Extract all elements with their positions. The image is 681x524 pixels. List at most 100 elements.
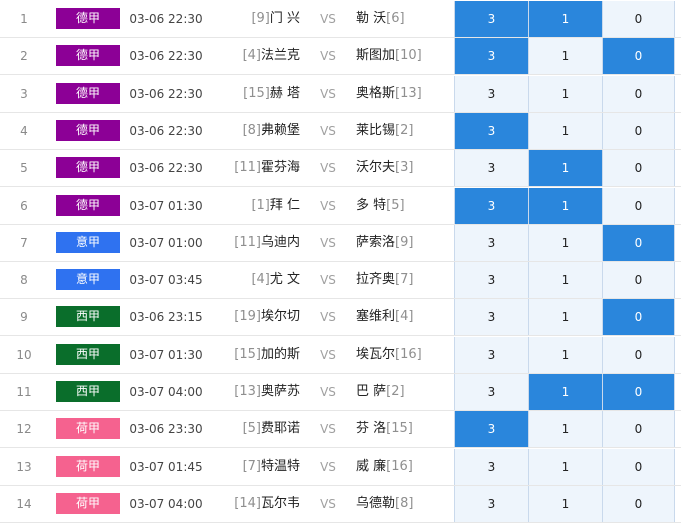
match-number: 4 <box>20 123 28 138</box>
odds-loss-cell[interactable]: 0 <box>602 75 675 112</box>
away-team[interactable]: 埃瓦尔[16] <box>356 337 452 373</box>
home-team[interactable]: [19]埃尔切 <box>200 299 300 335</box>
odds-draw-cell[interactable]: 1 <box>528 1 602 37</box>
home-team[interactable]: [15]赫 塔 <box>200 76 300 112</box>
away-team[interactable]: 拉齐奥[7] <box>356 262 452 298</box>
home-team-rank: [9] <box>251 11 270 26</box>
odds-win-cell[interactable]: 3 <box>454 112 528 149</box>
odds-win-cell[interactable]: 3 <box>454 75 528 112</box>
odds-draw-cell[interactable]: 1 <box>528 112 602 149</box>
odds-loss-cell[interactable]: 0 <box>602 1 675 37</box>
odds-win-cell[interactable]: 3 <box>454 485 528 522</box>
away-team[interactable]: 斯图加[10] <box>356 38 452 74</box>
home-team[interactable]: [8]弗赖堡 <box>200 113 300 149</box>
league-badge: 西甲 <box>56 306 120 328</box>
odds-loss-cell[interactable]: 0 <box>602 336 675 373</box>
odds-draw-cell[interactable]: 1 <box>528 485 602 522</box>
away-team[interactable]: 勒 沃[6] <box>356 1 452 37</box>
home-team-name: 弗赖堡 <box>260 122 300 138</box>
home-team[interactable]: [4]法兰克 <box>200 38 300 74</box>
away-team[interactable]: 沃尔夫[3] <box>356 150 452 186</box>
home-team[interactable]: [11]乌迪内 <box>200 225 300 261</box>
odds-win-cell[interactable]: 3 <box>454 448 528 485</box>
odds-win-cell[interactable]: 3 <box>454 299 528 336</box>
odds-win-cell[interactable]: 3 <box>454 411 528 448</box>
home-team[interactable]: [14]瓦尔韦 <box>200 486 300 522</box>
odds-draw-cell[interactable]: 1 <box>528 224 602 261</box>
odds-win-cell[interactable]: 3 <box>454 187 528 224</box>
away-team[interactable]: 威 廉[16] <box>356 449 452 485</box>
away-team-name: 埃瓦尔 <box>356 346 396 362</box>
odds-draw-cell[interactable]: 1 <box>528 411 602 448</box>
odds-draw-cell[interactable]: 1 <box>528 38 602 75</box>
odds-loss-cell[interactable]: 0 <box>602 112 675 149</box>
home-team[interactable]: [9]门 兴 <box>200 1 300 37</box>
odds-win-cell[interactable]: 3 <box>454 336 528 373</box>
odds-draw-cell[interactable]: 1 <box>528 299 602 336</box>
odds-loss-cell[interactable]: 0 <box>602 485 675 522</box>
home-team-rank: [8] <box>242 122 261 138</box>
away-team-rank: [6] <box>386 11 405 26</box>
odds-loss-cell[interactable]: 0 <box>602 262 675 299</box>
home-team[interactable]: [7]特温特 <box>200 449 300 485</box>
odds-draw-cell[interactable]: 1 <box>528 336 602 373</box>
odds-win-cell[interactable]: 3 <box>454 262 528 299</box>
odds-draw-cell[interactable]: 1 <box>528 75 602 112</box>
odds-win-cell[interactable]: 3 <box>454 374 528 410</box>
match-number: 8 <box>20 273 28 288</box>
odds-draw-cell[interactable]: 1 <box>528 187 602 224</box>
home-team[interactable]: [1]拜 仁 <box>200 188 300 224</box>
odds-win-cell[interactable]: 3 <box>454 224 528 261</box>
away-team[interactable]: 莱比锡[2] <box>356 113 452 149</box>
odds-loss-cell[interactable]: 0 <box>602 38 675 75</box>
league-badge: 西甲 <box>56 343 120 365</box>
home-team-name: 奥萨苏 <box>260 384 300 399</box>
home-team-name: 乌迪内 <box>260 234 300 250</box>
odds-loss-cell[interactable]: 0 <box>602 411 675 448</box>
home-team[interactable]: [15]加的斯 <box>200 337 300 373</box>
home-team-name: 费耶诺 <box>260 421 300 437</box>
odds-loss-cell[interactable]: 0 <box>602 187 675 224</box>
odds-loss-cell[interactable]: 0 <box>602 374 675 410</box>
away-team-name: 沃尔夫 <box>356 160 396 176</box>
home-team[interactable]: [4]尤 文 <box>200 262 300 298</box>
away-team-name: 勒 沃 <box>356 11 387 26</box>
odds-loss-cell[interactable]: 0 <box>602 224 675 261</box>
away-team[interactable]: 乌德勒[8] <box>356 486 452 522</box>
away-team-name: 拉齐奥 <box>356 272 396 288</box>
match-row: 1 德甲 03-06 22:30 [9]门 兴 VS 勒 沃[6] 3 1 0 <box>0 1 681 38</box>
odds-draw-cell[interactable]: 1 <box>528 448 602 485</box>
away-team-rank: [10] <box>395 48 422 64</box>
home-team[interactable]: [5]费耶诺 <box>200 411 300 447</box>
away-team-rank: [2] <box>395 122 414 138</box>
odds-draw-cell[interactable]: 1 <box>528 262 602 299</box>
match-row: 13 荷甲 03-07 01:45 [7]特温特 VS 威 廉[16] 3 1 0 <box>0 448 681 486</box>
vs-label: VS <box>320 459 336 474</box>
away-team[interactable]: 芬 洛[15] <box>356 411 452 447</box>
away-team[interactable]: 奥格斯[13] <box>356 76 452 112</box>
odds-loss-cell[interactable]: 0 <box>602 299 675 336</box>
home-team-rank: [5] <box>242 421 261 437</box>
odds-loss-cell[interactable]: 0 <box>602 448 675 485</box>
match-time: 03-06 23:30 <box>129 422 203 437</box>
match-row: 9 西甲 03-06 23:15 [19]埃尔切 VS 塞维利[4] 3 1 0 <box>0 299 681 337</box>
away-team[interactable]: 萨索洛[9] <box>356 225 452 261</box>
match-row: 6 德甲 03-07 01:30 [1]拜 仁 VS 多 特[5] 3 1 0 <box>0 187 681 225</box>
odds-win-cell[interactable]: 3 <box>454 1 528 37</box>
odds-draw-cell[interactable]: 1 <box>528 150 602 187</box>
away-team-name: 塞维利 <box>356 309 396 325</box>
away-team-rank: [4] <box>395 309 414 325</box>
away-team[interactable]: 塞维利[4] <box>356 299 452 335</box>
odds-loss-cell[interactable]: 0 <box>602 150 675 187</box>
home-team[interactable]: [11]霍芬海 <box>200 150 300 186</box>
home-team[interactable]: [13]奥萨苏 <box>200 374 300 410</box>
away-team[interactable]: 多 特[5] <box>356 188 452 224</box>
odds-draw-cell[interactable]: 1 <box>528 374 602 410</box>
vs-label: VS <box>320 86 336 101</box>
match-number: 5 <box>20 161 28 176</box>
match-row: 2 德甲 03-06 22:30 [4]法兰克 VS 斯图加[10] 3 1 0 <box>0 38 681 76</box>
away-team[interactable]: 巴 萨[2] <box>356 374 452 410</box>
odds-win-cell[interactable]: 3 <box>454 150 528 187</box>
league-badge: 荷甲 <box>56 455 120 477</box>
odds-win-cell[interactable]: 3 <box>454 38 528 75</box>
